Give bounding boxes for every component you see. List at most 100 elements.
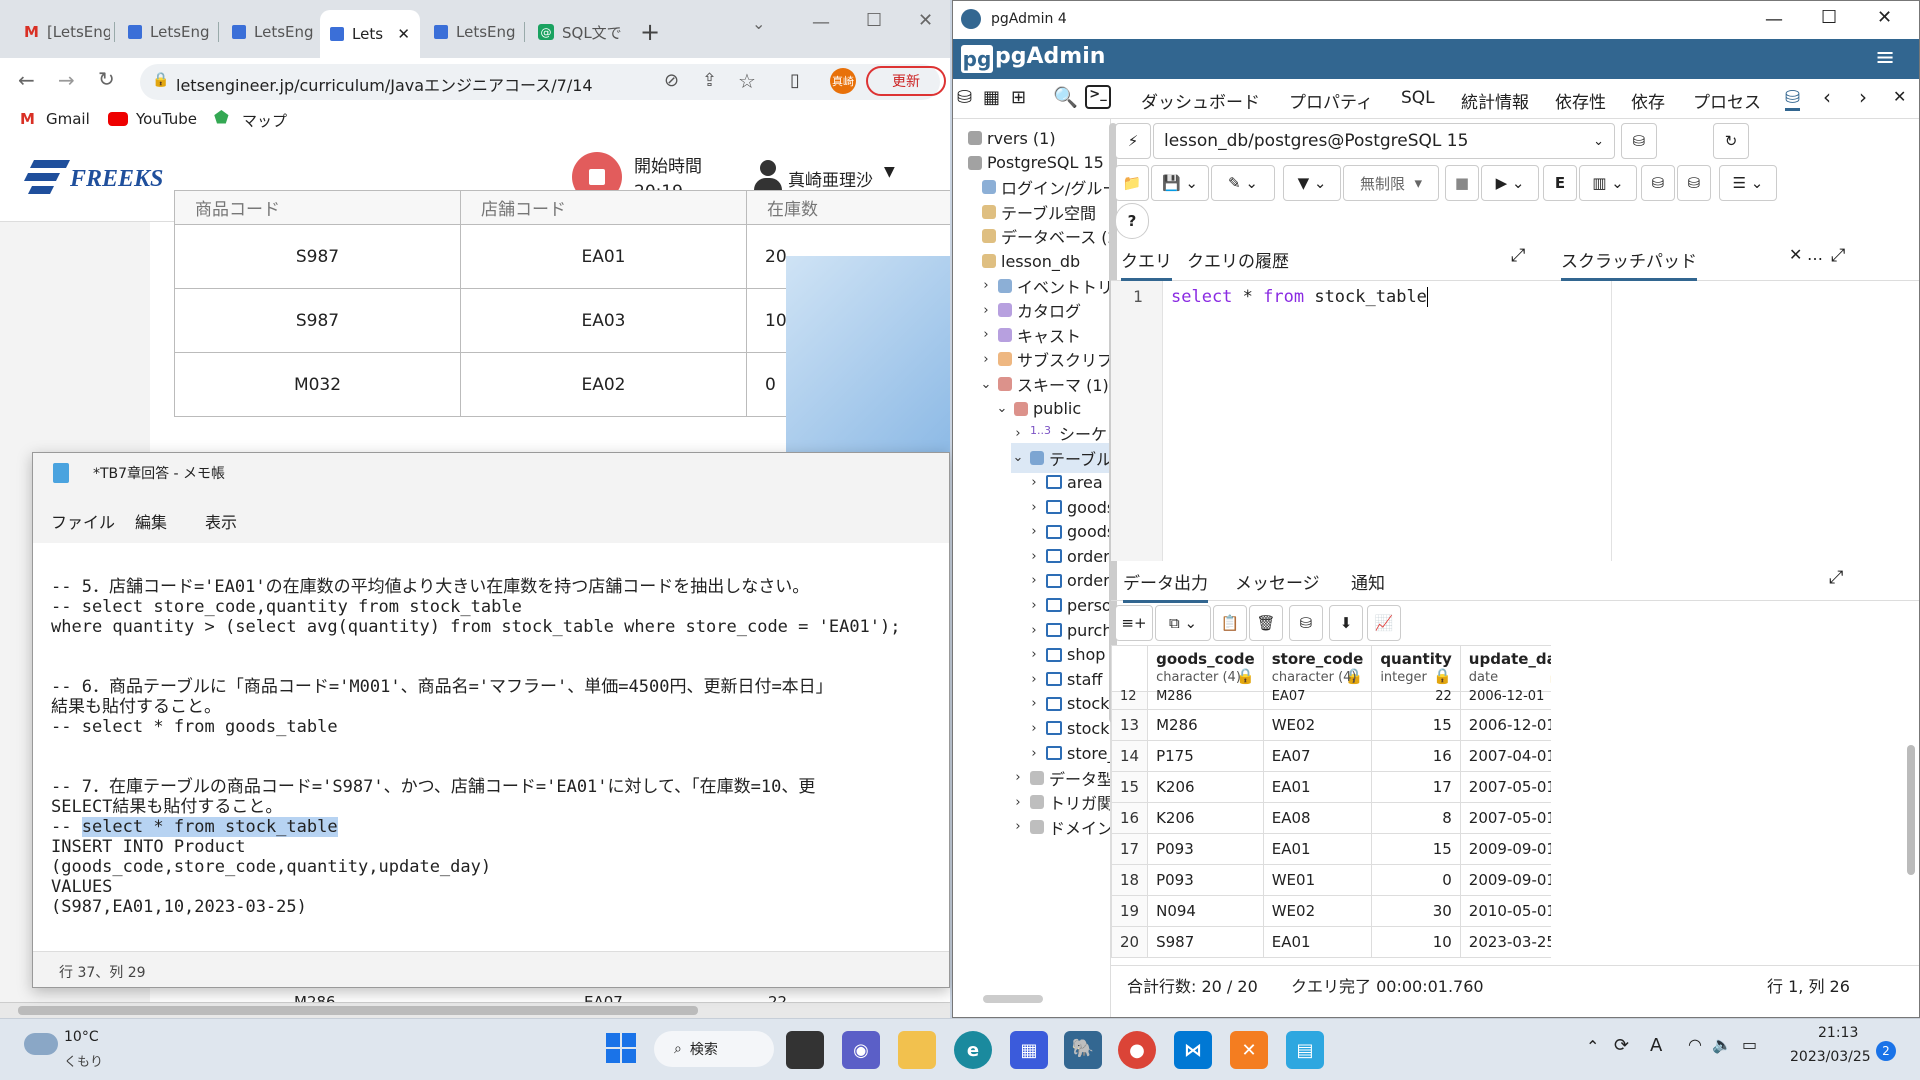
browser-tab-1[interactable]: M [LetsEng (14, 14, 110, 50)
scroll-right-icon[interactable]: › (1859, 85, 1867, 109)
commit-icon[interactable]: ⛁ (1641, 165, 1675, 201)
tab-query-history[interactable]: クエリの履歴 (1187, 247, 1289, 272)
table-cell[interactable]: N094 (1147, 895, 1264, 927)
edit-icon[interactable]: ✎ ⌄ (1211, 165, 1275, 201)
delete-icon[interactable]: 🗑 (1249, 605, 1283, 641)
table-icon[interactable]: ▦ (983, 87, 1000, 108)
tab-notifications[interactable]: 通知 (1351, 569, 1385, 594)
table-row[interactable]: 18 P093 WE01 0 2009-09-01 (1111, 864, 1551, 896)
browser-tab-2[interactable]: LetsEng (118, 14, 214, 50)
browser-tab-6[interactable]: @ SQL文で (528, 14, 628, 50)
chevron-right-icon[interactable]: › (979, 327, 993, 342)
sync-icon[interactable]: ⟳ (1614, 1035, 1629, 1056)
table-cell[interactable]: 2010-05-01 (1459, 895, 1551, 927)
table-row[interactable]: 17 P093 EA01 15 2009-09-01 (1111, 833, 1551, 865)
browser-tab-3[interactable]: LetsEng (222, 14, 318, 50)
browser-tab-5[interactable]: LetsEng (424, 14, 520, 50)
table-cell[interactable]: WE01 (1262, 864, 1373, 896)
filter-icon[interactable]: ▼ ⌄ (1283, 165, 1341, 201)
macros-icon[interactable]: ☰ ⌄ (1719, 165, 1777, 201)
tab-processes[interactable]: プロセス (1693, 88, 1761, 113)
table-cell[interactable]: 2006-12-01 (1459, 690, 1551, 710)
sql-editor[interactable]: 1 select * from stock_table (1111, 281, 1919, 561)
limit-select[interactable]: 無制限 ▾ (1343, 165, 1439, 201)
bookmark-gmail[interactable]: Gmail (46, 110, 90, 128)
table-cell[interactable]: EA01 (1262, 771, 1373, 803)
connection-select[interactable]: lesson_db/postgres@PostgreSQL 15 ⌄ (1153, 123, 1615, 159)
tab-search-icon[interactable]: ⌄ (752, 14, 765, 33)
chevron-down-icon[interactable]: ⌄ (979, 377, 993, 392)
clock-date[interactable]: 2023/03/25 (1790, 1049, 1871, 1065)
reload-icon[interactable]: ↻ (98, 67, 115, 91)
chevron-right-icon[interactable]: › (1027, 696, 1041, 711)
tab-scratchpad[interactable]: スクラッチパッド (1561, 247, 1697, 281)
ime-icon[interactable]: A (1650, 1035, 1662, 1056)
chevron-right-icon[interactable]: › (1027, 573, 1041, 588)
edge-icon[interactable]: e (954, 1031, 992, 1069)
file-explorer-icon[interactable] (898, 1031, 936, 1069)
paste-icon[interactable]: 📋 (1213, 605, 1247, 641)
tab-close-icon[interactable]: ✕ (397, 25, 410, 43)
bookmark-star-icon[interactable]: ☆ (738, 69, 756, 93)
table-cell[interactable]: M286 (1147, 709, 1264, 741)
table-cell[interactable]: P093 (1147, 864, 1264, 896)
table-cell[interactable]: 17 (1371, 771, 1461, 803)
chevron-right-icon[interactable]: › (1027, 623, 1041, 638)
execute-icon[interactable]: ▶ ⌄ (1481, 165, 1539, 201)
add-row-icon[interactable]: ≡+ (1115, 605, 1153, 641)
explain-icon[interactable]: E (1543, 165, 1577, 201)
search-box[interactable]: ⌕ 検索 (654, 1031, 774, 1067)
menu-edit[interactable]: 編集 (135, 509, 167, 533)
table-cell[interactable]: 2007-05-01 (1459, 802, 1551, 834)
bookmark-youtube[interactable]: YouTube (136, 110, 197, 128)
table-cell[interactable]: S987 (1147, 926, 1264, 958)
minimize-icon[interactable]: — (812, 12, 830, 33)
tab-dashboard[interactable]: ダッシュボード (1141, 88, 1260, 113)
column-header[interactable]: store_code 🔒 character (4) (1262, 645, 1373, 692)
omnibox[interactable]: 🔒 letsengineer.jp/curriculum/Javaエンジニアコー… (140, 64, 940, 100)
table-cell[interactable]: K206 (1147, 802, 1264, 834)
row-number[interactable]: 13 (1111, 709, 1149, 741)
row-number[interactable]: 14 (1111, 740, 1149, 772)
chevron-right-icon[interactable]: › (1011, 819, 1025, 834)
menu-view[interactable]: 表示 (205, 509, 237, 533)
column-header[interactable]: goods_code 🔒 character (4) (1147, 645, 1264, 692)
rollback-icon[interactable]: ⛁ (1677, 165, 1711, 201)
query-text[interactable]: select * from stock_table (1171, 287, 1428, 307)
user-name[interactable]: 真崎亜理沙 (788, 166, 873, 191)
table-cell[interactable]: EA07 (1262, 740, 1373, 772)
close-scratchpad-icon[interactable]: ✕ (1789, 245, 1802, 264)
row-number[interactable]: 16 (1111, 802, 1149, 834)
back-icon[interactable]: ← (18, 68, 35, 92)
vscode-icon[interactable]: ⋈ (1174, 1031, 1212, 1069)
share-icon[interactable]: ⇪ (702, 70, 717, 91)
table-row[interactable]: 20 S987 EA01 10 2023-03-25 (1111, 926, 1551, 958)
chevron-right-icon[interactable]: › (1027, 746, 1041, 761)
table-cell[interactable]: 2006-12-01 (1459, 709, 1551, 741)
table-cell[interactable]: 15 (1371, 709, 1461, 741)
explain-analyze-icon[interactable]: ▥ ⌄ (1579, 165, 1637, 201)
search-icon[interactable]: 🔍 (1053, 85, 1078, 109)
tab-query-tool-icon[interactable]: ⛁ (1785, 87, 1801, 111)
chevron-right-icon[interactable]: › (979, 303, 993, 318)
url-text[interactable]: letsengineer.jp/curriculum/Javaエンジニアコース/… (176, 72, 593, 96)
hamburger-menu-icon[interactable]: ≡ (1875, 43, 1895, 71)
filter-table-icon[interactable]: ⊞ (1011, 87, 1026, 108)
task-view-icon[interactable] (786, 1031, 824, 1069)
table-row[interactable]: 16 K206 EA08 8 2007-05-01 (1111, 802, 1551, 834)
notification-badge[interactable]: 2 (1876, 1041, 1896, 1061)
stop-query-icon[interactable]: ■ (1445, 165, 1479, 201)
tree-item[interactable]: › ドメイン (1011, 812, 1110, 842)
table-cell[interactable]: K206 (1147, 771, 1264, 803)
open-file-icon[interactable]: 📁 (1115, 165, 1149, 201)
profile-avatar[interactable]: 真崎 (830, 68, 856, 94)
weather-desc[interactable]: くもり (64, 1051, 103, 1070)
row-number[interactable]: 20 (1111, 926, 1149, 958)
table-cell[interactable]: P175 (1147, 740, 1264, 772)
expand-icon[interactable]: ⤢ (1831, 245, 1845, 266)
table-cell[interactable]: 8 (1371, 802, 1461, 834)
row-number[interactable]: 19 (1111, 895, 1149, 927)
update-button[interactable]: 更新 (866, 66, 946, 96)
table-cell[interactable]: 0 (1371, 864, 1461, 896)
table-cell[interactable]: 22 (1371, 690, 1461, 710)
